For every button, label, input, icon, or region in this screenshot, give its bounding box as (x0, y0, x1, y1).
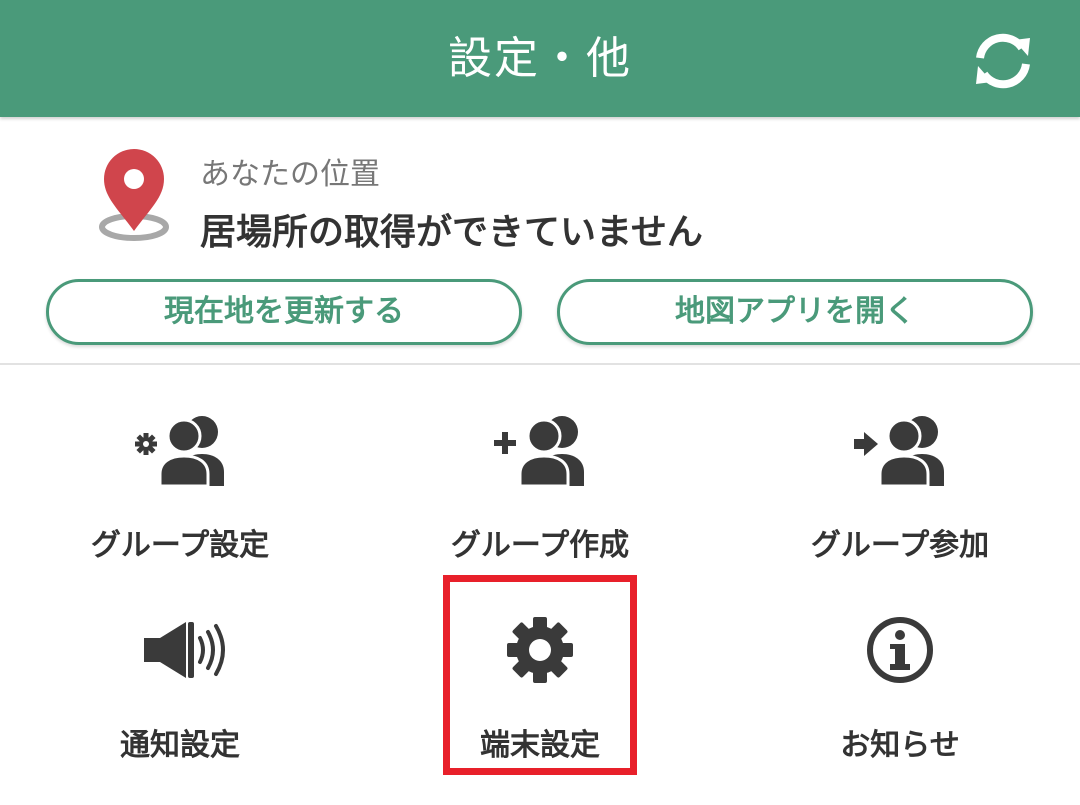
menu-notification-settings[interactable]: 通知設定 (0, 580, 360, 780)
location-status: 居場所の取得ができていません (200, 212, 703, 253)
group-settings-icon (135, 416, 224, 488)
menu-label: 通知設定 (120, 728, 240, 763)
update-location-button[interactable]: 現在地を更新する (46, 279, 522, 345)
menu-label: グループ設定 (90, 528, 270, 563)
menu-group-join[interactable]: グループ参加 (720, 380, 1080, 580)
menu-group-create[interactable]: グループ作成 (360, 380, 720, 580)
app-header: 設定・他 (0, 0, 1080, 117)
location-caption: あなたの位置 (200, 157, 380, 192)
page-title: 設定・他 (448, 33, 632, 84)
location-pin-icon (99, 149, 169, 241)
speaker-icon (144, 622, 225, 678)
menu-news[interactable]: お知らせ (720, 580, 1080, 780)
group-add-icon (494, 416, 584, 488)
open-map-button[interactable]: 地図アプリを開く (557, 279, 1033, 345)
refresh-button[interactable] (968, 26, 1038, 96)
menu-label: お知らせ (840, 728, 960, 763)
refresh-icon (976, 33, 1030, 89)
menu-label: グループ作成 (450, 528, 630, 563)
menu-label: グループ参加 (810, 528, 990, 563)
location-card: あなたの位置 居場所の取得ができていません 現在地を更新する 地図アプリを開く (0, 117, 1080, 365)
highlight-box (443, 575, 637, 775)
group-join-icon (854, 416, 944, 488)
info-icon (867, 617, 933, 683)
menu-group-settings[interactable]: グループ設定 (0, 380, 360, 580)
